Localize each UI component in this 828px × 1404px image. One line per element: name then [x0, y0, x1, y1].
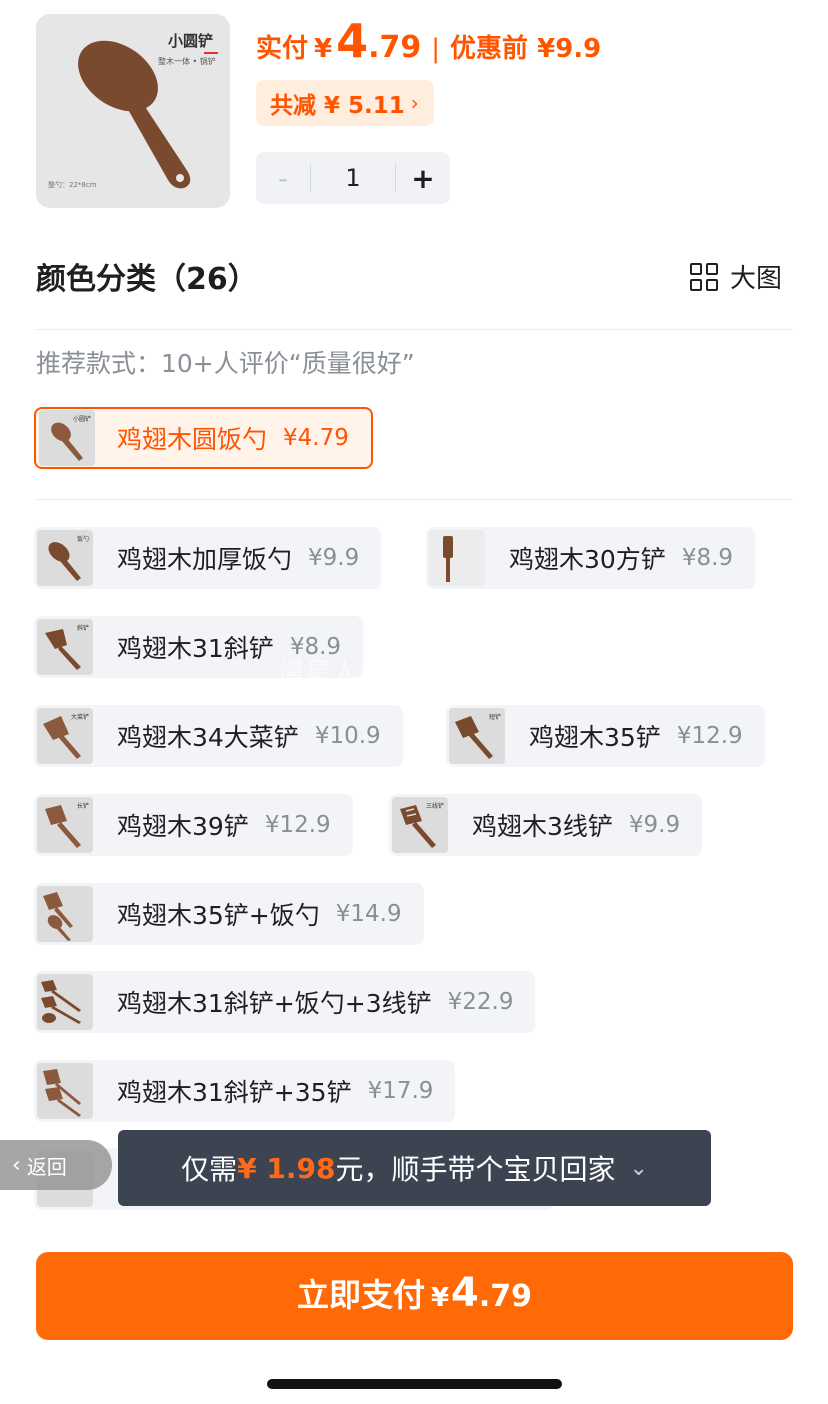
recommend-text: 推荐款式：10+人评价“质量很好” — [36, 349, 415, 378]
option-name: 鸡翅木31斜铲+饭勺+3线铲 — [117, 989, 432, 1018]
divider — [36, 329, 793, 330]
option-price: ¥9.9 — [628, 812, 681, 838]
toast-prefix: 仅需 — [181, 1153, 238, 1186]
spoon-set-icon — [43, 1069, 81, 1117]
option-thumbnail — [37, 974, 93, 1030]
option-name: 鸡翅木39铲 — [117, 812, 249, 841]
option-thumbnail: 斜铲 — [37, 619, 93, 675]
option-price: ¥12.9 — [264, 812, 331, 838]
back-button[interactable]: ‹ 返回 — [0, 1140, 112, 1190]
option-chip[interactable]: 饭勺 鸡翅木加厚饭勺 ¥9.9 — [34, 527, 382, 589]
quantity-stepper[interactable]: - 1 + — [256, 152, 450, 204]
price-decimal: .79 — [368, 30, 422, 65]
thumb-underline — [204, 52, 218, 54]
option-chip[interactable]: 三线铲 鸡翅木3线铲 ¥9.9 — [389, 794, 703, 856]
chevron-left-icon: ‹ — [12, 1152, 21, 1178]
option-name: 鸡翅木圆饭勺 — [117, 425, 268, 454]
big-image-label: 大图 — [730, 264, 783, 294]
thumbnail-label: 小圆铲 — [72, 416, 91, 423]
option-price: ¥9.9 — [308, 545, 360, 571]
watermark: 慢星人4630423SK — [278, 658, 518, 688]
option-chip[interactable]: 长铲 鸡翅木39铲 ¥12.9 — [34, 794, 353, 856]
price-integer: 4 — [336, 14, 369, 68]
price-separator: | — [431, 34, 441, 64]
option-thumbnail — [37, 1063, 93, 1119]
thumbnail-label: 短铲 — [488, 714, 501, 721]
option-name: 鸡翅木31斜铲+35铲 — [117, 1078, 352, 1107]
option-name: 鸡翅木30方铲 — [509, 545, 666, 574]
option-price: ¥8.9 — [681, 545, 734, 571]
option-name: 鸡翅木35铲+饭勺 — [117, 901, 320, 930]
thumbnail-label: 饭勺 — [76, 536, 89, 543]
increment-button[interactable]: + — [396, 162, 450, 195]
option-price: ¥22.9 — [447, 989, 514, 1015]
option-price: ¥12.9 — [676, 723, 743, 749]
price-currency: ¥ — [314, 34, 333, 64]
option-name: 鸡翅木31斜铲 — [117, 634, 274, 663]
toast-highlight: ¥ 1.98 — [237, 1151, 336, 1185]
option-chip[interactable]: 短铲 鸡翅木35铲 ¥12.9 — [446, 705, 765, 767]
option-chip[interactable]: 鸡翅木31斜铲+饭勺+3线铲 ¥22.9 — [34, 971, 536, 1033]
thumbnail-label: 大菜铲 — [70, 714, 89, 721]
option-name: 鸡翅木3线铲 — [472, 812, 613, 841]
upsell-toast[interactable]: 仅需 ¥ 1.98 元，顺手带个宝贝回家 ⌄ — [118, 1130, 711, 1206]
thumb-title: 小圆铲 — [168, 32, 214, 50]
option-price: ¥10.9 — [314, 723, 381, 749]
option-thumbnail: 三线铲 — [392, 797, 448, 853]
option-price: ¥4.79 — [283, 425, 349, 451]
home-indicator — [267, 1379, 562, 1389]
pay-price-decimal: .79 — [478, 1279, 533, 1314]
discount-label: 共减 ¥ 5.11 — [270, 93, 405, 119]
thumbnail-label: 长铲 — [76, 803, 89, 810]
option-thumbnail: 长铲 — [37, 797, 93, 853]
option-thumbnail — [37, 886, 93, 942]
chevron-right-icon: › — [410, 91, 419, 115]
option-thumbnail: 大菜铲 — [37, 708, 93, 764]
option-price: ¥17.9 — [367, 1078, 434, 1104]
thumb-size: 整勺：22*8cm — [48, 181, 97, 189]
pay-label: 立即支付 — [296, 1276, 425, 1314]
spatula-icon — [443, 536, 453, 582]
option-thumbnail: 饭勺 — [37, 530, 93, 586]
pay-now-button[interactable]: 立即支付 ¥ 4 .79 — [36, 1252, 793, 1340]
chevron-down-icon[interactable]: ⌄ — [629, 1156, 647, 1181]
option-chip-selected[interactable]: 小圆铲 鸡翅木圆饭勺 ¥4.79 — [34, 407, 373, 469]
back-label: 返回 — [26, 1154, 67, 1179]
spoon-set-icon — [43, 892, 73, 941]
quantity-value[interactable]: 1 — [311, 164, 395, 192]
option-chip[interactable]: 大菜铲 鸡翅木34大菜铲 ¥10.9 — [34, 705, 403, 767]
section-title: 颜色分类（26） — [36, 262, 258, 297]
original-price: 优惠前 ¥9.9 — [450, 34, 602, 64]
option-name: 鸡翅木34大菜铲 — [117, 723, 299, 752]
option-name: 鸡翅木加厚饭勺 — [117, 545, 293, 574]
option-chip[interactable]: 鸡翅木31斜铲+35铲 ¥17.9 — [34, 1060, 456, 1122]
spoon-set-icon — [41, 980, 81, 1024]
big-image-toggle[interactable]: 大图 — [690, 258, 782, 295]
toast-suffix: 元，顺手带个宝贝回家 — [335, 1153, 616, 1186]
discount-chip[interactable]: 共减 ¥ 5.11 › — [256, 80, 434, 126]
thumbnail-label: 斜铲 — [76, 625, 89, 632]
option-name: 鸡翅木35铲 — [529, 723, 661, 752]
option-chip[interactable]: 鸡翅木35铲+饭勺 ¥14.9 — [34, 883, 424, 945]
pay-price-integer: 4 — [451, 1270, 479, 1316]
product-thumbnail[interactable]: 小圆铲 整木一体 • 锅铲 整勺：22*8cm — [36, 14, 230, 208]
thumbnail-label: 三线铲 — [425, 803, 444, 810]
option-thumbnail: 小圆铲 — [39, 410, 95, 466]
price-line: 实付 ¥ 4 .79 | 优惠前 ¥9.9 — [256, 18, 601, 68]
decrement-button[interactable]: - — [256, 162, 310, 195]
option-thumbnail: 短铲 — [449, 708, 505, 764]
pay-currency: ¥ — [430, 1283, 450, 1313]
grid-icon — [690, 262, 718, 291]
option-price: ¥14.9 — [335, 901, 402, 927]
thumb-subtitle: 整木一体 • 锅铲 — [158, 57, 216, 66]
price-label: 实付 — [256, 34, 309, 64]
option-chip[interactable]: 鸡翅木30方铲 ¥8.9 — [426, 527, 756, 589]
option-thumbnail — [429, 530, 485, 586]
divider — [36, 499, 793, 500]
